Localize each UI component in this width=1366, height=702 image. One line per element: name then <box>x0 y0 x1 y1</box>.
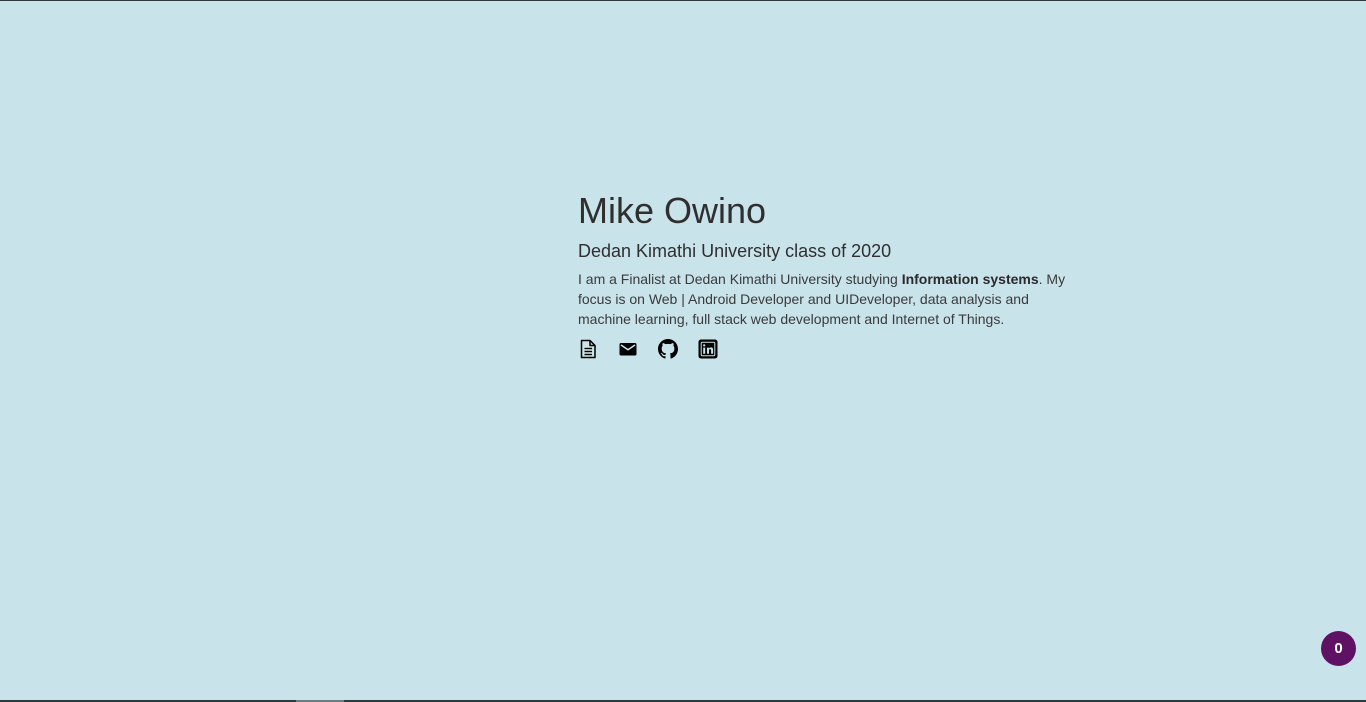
social-links <box>578 339 1078 359</box>
bio-highlight: Information systems <box>901 271 1039 287</box>
document-icon <box>578 339 598 359</box>
notification-badge[interactable]: 0 <box>1321 631 1356 666</box>
bio-intro: I am a Finalist at Dedan Kimathi Univers… <box>578 271 902 287</box>
github-icon <box>658 339 678 359</box>
mail-icon <box>618 339 638 359</box>
linkedin-link[interactable] <box>698 339 718 359</box>
profile-section: Mike Owino Dedan Kimathi University clas… <box>578 187 1078 359</box>
linkedin-icon <box>698 339 718 359</box>
profile-name: Mike Owino <box>578 190 767 231</box>
github-link[interactable] <box>658 339 678 359</box>
profile-subtitle: Dedan Kimathi University class of 2020 <box>578 241 892 261</box>
profile-bio: I am a Finalist at Dedan Kimathi Univers… <box>578 269 1078 329</box>
resume-link[interactable] <box>578 339 598 359</box>
email-link[interactable] <box>618 339 638 359</box>
